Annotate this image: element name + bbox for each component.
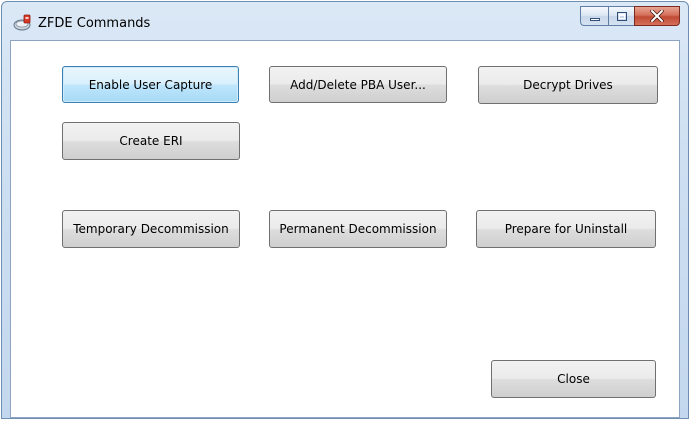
create-eri-button[interactable]: Create ERI bbox=[62, 122, 240, 160]
command-panel: Enable User Capture Add/Delete PBA User.… bbox=[10, 40, 680, 418]
maximize-button[interactable] bbox=[608, 6, 634, 26]
decrypt-drives-button[interactable]: Decrypt Drives bbox=[478, 66, 658, 104]
close-icon bbox=[635, 7, 679, 25]
temporary-decommission-button[interactable]: Temporary Decommission bbox=[62, 210, 240, 248]
enable-user-capture-button[interactable]: Enable User Capture bbox=[62, 66, 239, 103]
window-title: ZFDE Commands bbox=[38, 16, 151, 31]
zfde-commands-window: ZFDE Commands Enable User Capture Add/De… bbox=[1, 1, 689, 419]
add-delete-pba-user-button[interactable]: Add/Delete PBA User... bbox=[269, 66, 447, 103]
maximize-icon bbox=[617, 12, 627, 21]
permanent-decommission-button[interactable]: Permanent Decommission bbox=[269, 210, 447, 248]
minimize-icon bbox=[590, 18, 600, 21]
caption-buttons bbox=[580, 6, 680, 28]
prepare-for-uninstall-button[interactable]: Prepare for Uninstall bbox=[476, 210, 656, 248]
minimize-button[interactable] bbox=[580, 6, 608, 26]
zfde-app-icon bbox=[13, 14, 33, 32]
title-bar[interactable]: ZFDE Commands bbox=[2, 2, 688, 40]
close-window-button[interactable] bbox=[634, 6, 680, 26]
close-button[interactable]: Close bbox=[491, 360, 656, 398]
